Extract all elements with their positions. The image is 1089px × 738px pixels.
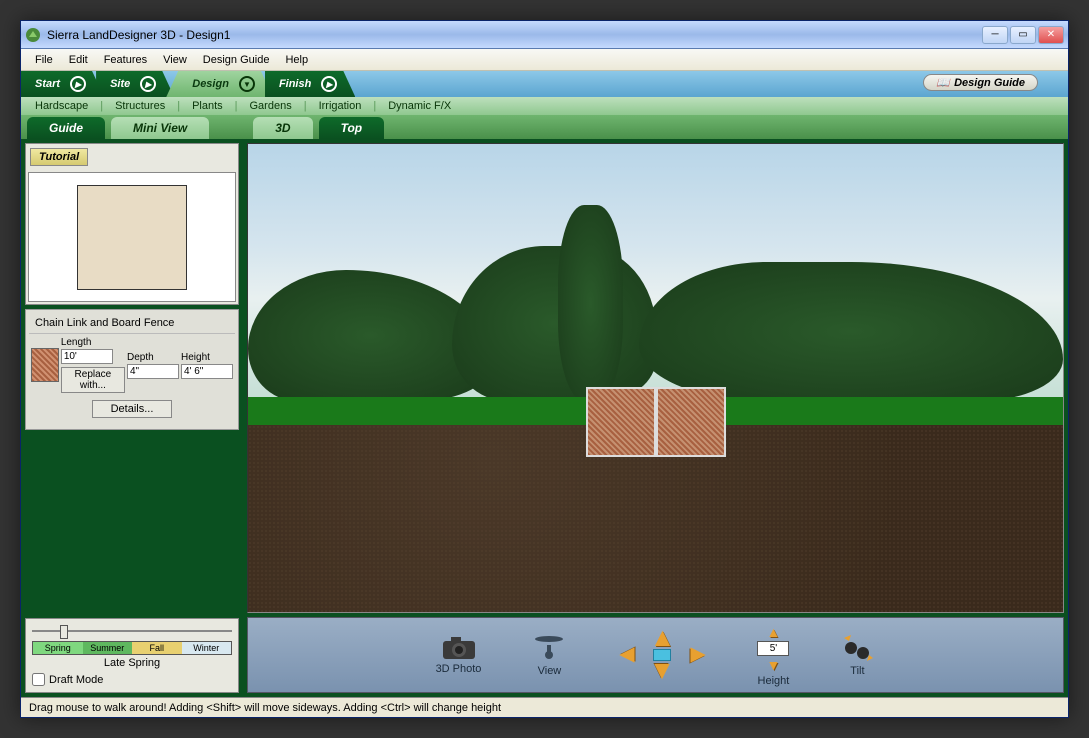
tutorial-button[interactable]: Tutorial xyxy=(30,148,88,166)
miniview-panel: Tutorial xyxy=(25,143,239,305)
main-area: Tutorial Chain Link and Board Fence Leng… xyxy=(21,139,1068,697)
play-icon: ▶ xyxy=(321,76,337,92)
season-summer[interactable]: Summer xyxy=(83,642,133,654)
category-hardscape[interactable]: Hardscape xyxy=(29,100,94,112)
depth-input[interactable] xyxy=(127,364,179,379)
camera-icon xyxy=(441,635,477,661)
tab-mini-view[interactable]: Mini View xyxy=(111,117,209,139)
menu-view[interactable]: View xyxy=(155,51,195,69)
minimize-button[interactable]: ─ xyxy=(982,26,1008,44)
season-fall[interactable]: Fall xyxy=(132,642,182,654)
status-text: Drag mouse to walk around! Adding <Shift… xyxy=(29,702,501,714)
object-name: Chain Link and Board Fence xyxy=(29,313,235,334)
design-guide-button[interactable]: 📖Design Guide xyxy=(923,74,1038,91)
sidebar: Tutorial Chain Link and Board Fence Leng… xyxy=(21,139,243,697)
workflow-tab-design[interactable]: Design▼ xyxy=(166,71,273,97)
height-label: Height xyxy=(181,352,233,363)
lot-outline xyxy=(77,185,187,290)
workflow-bar: Start▶ Site▶ Design▼ Finish▶ 📖Design Gui… xyxy=(21,71,1068,97)
navigation-pad: ▲ ▲ ▲ ▲ xyxy=(617,626,707,684)
category-irrigation[interactable]: Irrigation xyxy=(313,100,368,112)
play-icon: ▶ xyxy=(70,76,86,92)
miniview-canvas[interactable] xyxy=(28,172,236,302)
binoculars-icon xyxy=(839,633,875,663)
replace-button[interactable]: Replace with... xyxy=(61,367,125,393)
close-button[interactable]: ✕ xyxy=(1038,26,1064,44)
viewport-area: 3D Photo View ▲ ▲ ▲ ▲ ▲ ▼ xyxy=(243,139,1068,697)
window-title: Sierra LandDesigner 3D - Design1 xyxy=(47,28,982,42)
details-button[interactable]: Details... xyxy=(92,400,173,418)
statusbar: Drag mouse to walk around! Adding <Shift… xyxy=(21,697,1068,717)
tilt-control[interactable]: Tilt xyxy=(839,633,875,677)
season-winter[interactable]: Winter xyxy=(182,642,232,654)
nav-back[interactable]: ▲ xyxy=(650,657,676,688)
view-button[interactable]: View xyxy=(531,633,567,677)
season-spring[interactable]: Spring xyxy=(33,642,83,654)
category-dynamicfx[interactable]: Dynamic F/X xyxy=(382,100,457,112)
height-up[interactable]: ▲ xyxy=(767,624,781,640)
depth-label: Depth xyxy=(127,352,179,363)
window-controls: ─ ▭ ✕ xyxy=(982,26,1064,44)
draft-mode-row: Draft Mode xyxy=(32,669,232,686)
menu-file[interactable]: File xyxy=(27,51,61,69)
slider-thumb[interactable] xyxy=(60,625,68,639)
menubar: File Edit Features View Design Guide Hel… xyxy=(21,49,1068,71)
draft-checkbox[interactable] xyxy=(32,673,45,686)
length-input[interactable] xyxy=(61,349,113,364)
height-control: ▲ ▼ Height xyxy=(757,624,789,687)
category-structures[interactable]: Structures xyxy=(109,100,171,112)
maximize-button[interactable]: ▭ xyxy=(1010,26,1036,44)
menu-help[interactable]: Help xyxy=(277,51,316,69)
nav-right[interactable]: ▲ xyxy=(683,642,714,668)
dropdown-icon: ▼ xyxy=(239,76,255,92)
workflow-tab-start[interactable]: Start▶ xyxy=(21,71,104,97)
3d-controls: 3D Photo View ▲ ▲ ▲ ▲ ▲ ▼ xyxy=(247,617,1064,693)
view-icon xyxy=(531,633,567,663)
properties-row: Length Replace with... Depth Height xyxy=(29,334,235,394)
fence-object[interactable] xyxy=(586,387,726,457)
tab-top[interactable]: Top xyxy=(319,117,385,139)
height-down[interactable]: ▼ xyxy=(767,657,781,673)
category-gardens[interactable]: Gardens xyxy=(244,100,298,112)
view-tabs: Guide Mini View 3D Top xyxy=(21,115,1068,139)
workflow-tab-site[interactable]: Site▶ xyxy=(96,71,174,97)
height-input[interactable] xyxy=(181,364,233,379)
season-current: Late Spring xyxy=(32,657,232,669)
category-plants[interactable]: Plants xyxy=(186,100,229,112)
tab-3d[interactable]: 3D xyxy=(253,117,312,139)
trees xyxy=(248,238,1063,402)
3d-viewport[interactable] xyxy=(247,143,1064,613)
app-window: Sierra LandDesigner 3D - Design1 ─ ▭ ✕ F… xyxy=(20,20,1069,718)
season-strip: Spring Summer Fall Winter xyxy=(32,641,232,655)
book-icon: 📖 xyxy=(936,76,950,89)
menu-design-guide[interactable]: Design Guide xyxy=(195,51,278,69)
workflow-tab-finish[interactable]: Finish▶ xyxy=(265,71,355,97)
app-icon xyxy=(25,27,41,43)
nav-left[interactable]: ▲ xyxy=(611,642,642,668)
tab-guide[interactable]: Guide xyxy=(27,117,105,139)
season-panel: Spring Summer Fall Winter Late Spring Dr… xyxy=(25,618,239,693)
play-icon: ▶ xyxy=(140,76,156,92)
length-label: Length xyxy=(61,337,125,348)
height-value-input[interactable] xyxy=(757,641,789,656)
material-swatch[interactable] xyxy=(31,348,59,382)
3d-photo-button[interactable]: 3D Photo xyxy=(436,635,482,675)
season-slider[interactable] xyxy=(32,625,232,637)
menu-edit[interactable]: Edit xyxy=(61,51,96,69)
menu-features[interactable]: Features xyxy=(96,51,155,69)
draft-label: Draft Mode xyxy=(49,674,103,686)
object-info-panel: Chain Link and Board Fence Length Replac… xyxy=(25,309,239,430)
nav-center[interactable] xyxy=(653,649,671,661)
titlebar: Sierra LandDesigner 3D - Design1 ─ ▭ ✕ xyxy=(21,21,1068,49)
category-bar: Hardscape| Structures| Plants| Gardens| … xyxy=(21,97,1068,115)
